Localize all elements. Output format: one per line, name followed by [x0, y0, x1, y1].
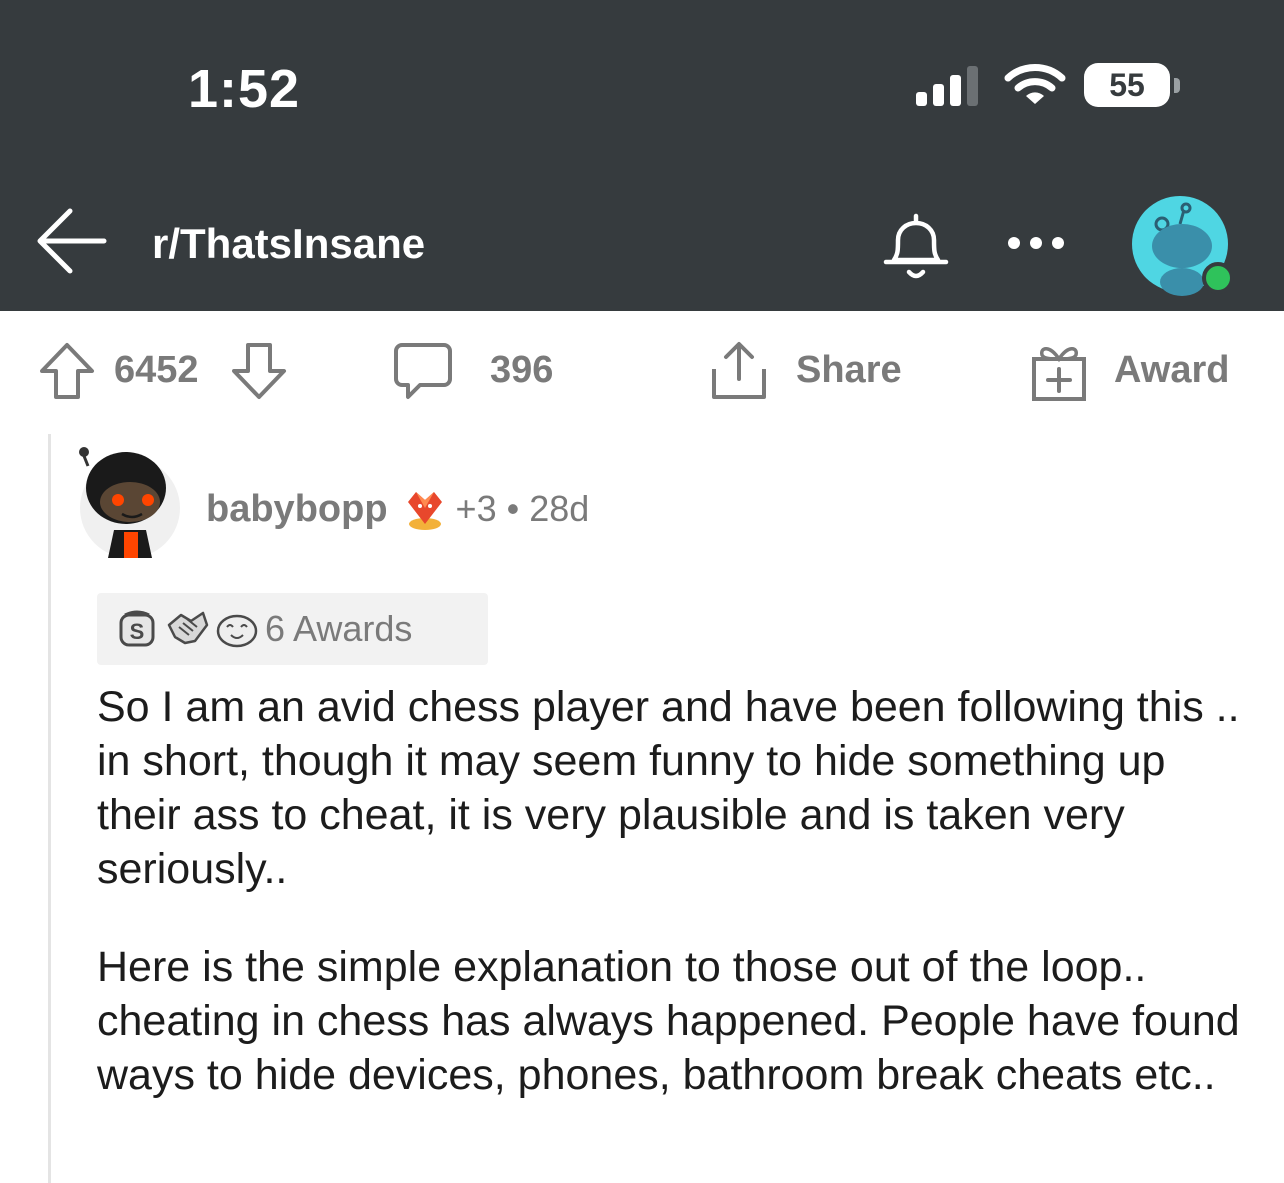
more-icon[interactable] — [1004, 226, 1068, 260]
back-arrow-icon[interactable] — [34, 206, 108, 276]
awards-badge[interactable]: S 6 Awards — [97, 593, 488, 665]
comment-paragraph: Here is the simple explanation to those … — [97, 943, 1240, 1099]
share-icon[interactable] — [708, 339, 770, 403]
silver-award-icon: S — [119, 610, 155, 647]
comment-paragraph: So I am an avid chess player and have be… — [97, 683, 1240, 893]
avatar[interactable] — [1130, 196, 1234, 296]
gift-icon[interactable] — [1030, 339, 1088, 403]
upvote-icon[interactable] — [38, 339, 96, 403]
downvote-icon[interactable] — [230, 339, 288, 403]
comment-age: 28d — [529, 488, 590, 529]
wholesome-award-icon — [216, 614, 258, 648]
crystal-award-icon — [407, 492, 442, 530]
subreddit-title[interactable]: r/ThatsInsane — [152, 220, 425, 268]
share-button[interactable]: Share — [796, 349, 902, 392]
post-action-bar: 6452 396 Share Award — [0, 311, 1284, 431]
wifi-icon — [1004, 64, 1066, 104]
vote-count: 6452 — [114, 349, 199, 391]
meta-separator: • — [506, 488, 520, 529]
handshake-award-icon — [167, 611, 209, 645]
comment-meta: babybopp +3 • 28d — [206, 484, 589, 534]
flair-count: +3 — [455, 488, 497, 529]
award-button[interactable]: Award — [1114, 349, 1229, 392]
cellular-signal-icon — [916, 66, 978, 106]
status-time: 1:52 — [188, 59, 301, 119]
thread-line[interactable] — [48, 434, 51, 1183]
battery-level: 55 — [1084, 63, 1170, 107]
comment-body: So I am an avid chess player and have be… — [97, 680, 1257, 1146]
commenter-avatar[interactable] — [78, 440, 182, 560]
awards-count: 6 Awards — [265, 608, 413, 649]
battery-indicator: 55 — [1084, 63, 1182, 109]
battery-tip — [1174, 78, 1180, 93]
comment-icon[interactable] — [392, 339, 454, 403]
comment-author[interactable]: babybopp — [206, 488, 388, 531]
comment-count[interactable]: 396 — [490, 349, 553, 392]
app-header: 1:52 55 r/ThatsInsane — [0, 0, 1284, 311]
svg-text:S: S — [130, 619, 145, 644]
bell-icon[interactable] — [880, 210, 952, 282]
